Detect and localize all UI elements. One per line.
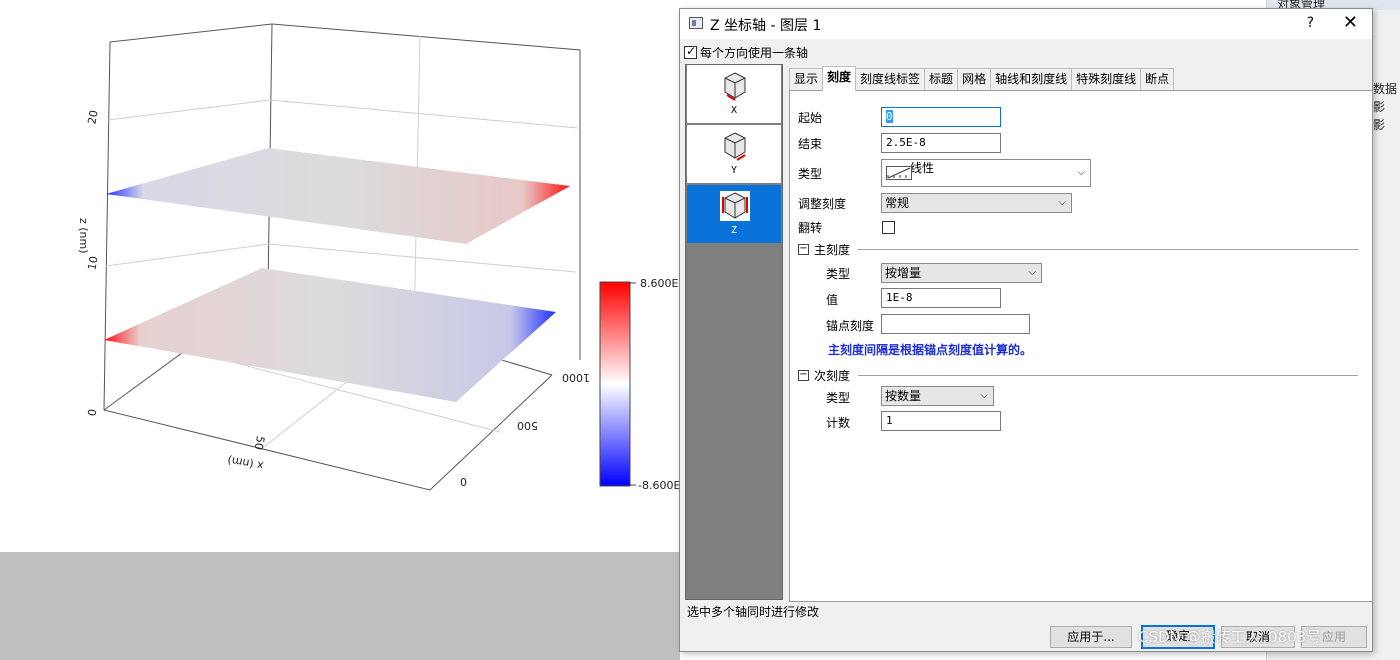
tab-display[interactable]: 显示 — [789, 68, 824, 90]
one-axis-checkbox[interactable] — [684, 44, 697, 59]
tab-grids[interactable]: 网格 — [957, 68, 992, 90]
chevron-down-icon: ⌵ — [1058, 197, 1066, 208]
plot-3d: 20 10 0 z (nm) 50 x (nm) 0 500 1000 8.60… — [77, 23, 680, 492]
minor-ticks-header[interactable]: − 次刻度 — [798, 367, 850, 384]
scale-tab-panel: 起始 0 结束 2.5E-8 类型 线性 ⌵ 调整刻度 常规 ⌵ 翻转 − 主刻… — [789, 90, 1373, 602]
z-tick-0: 0 — [85, 408, 99, 417]
cancel-button[interactable]: 取消 — [1221, 626, 1295, 648]
workspace-background — [0, 552, 680, 660]
tab-scale[interactable]: 刻度 — [822, 66, 857, 91]
major-type-select[interactable]: 按增量 ⌵ — [881, 263, 1042, 283]
axis-item-x[interactable]: X — [687, 65, 781, 123]
chevron-down-icon: ⌵ — [1028, 267, 1036, 278]
axis-item-y[interactable]: Y — [687, 125, 781, 183]
major-hint-text: 主刻度间隔是根据锚点刻度值计算的。 — [828, 343, 1033, 357]
major-divider — [858, 249, 1358, 250]
minor-type-value: 按数量 — [885, 389, 922, 403]
colorbar — [599, 281, 631, 487]
axis-selector-list: X Y Z — [685, 64, 783, 600]
major-type-value: 按增量 — [885, 266, 922, 280]
axis-item-z[interactable]: Z — [687, 185, 781, 243]
linear-scale-icon — [886, 166, 912, 180]
tab-special-ticks[interactable]: 特殊刻度线 — [1071, 68, 1142, 90]
minor-ticks-title: 次刻度 — [814, 369, 851, 383]
y-tick-0: 0 — [460, 476, 467, 489]
from-input[interactable]: 0 — [881, 107, 1001, 127]
axis-item-label: X — [730, 105, 738, 116]
tab-strip: 显示 刻度 刻度线标签 标题 网格 轴线和刻度线 特殊刻度线 断点 — [789, 66, 1175, 91]
tab-tick-labels[interactable]: 刻度线标签 — [855, 68, 926, 90]
surface-upper — [106, 148, 570, 244]
major-type-label: 类型 — [826, 267, 851, 281]
object-manager-item[interactable]: 数据 — [1373, 80, 1397, 97]
x-tick-mid: 50 — [252, 435, 267, 451]
major-ticks-title: 主刻度 — [814, 243, 851, 257]
type-label: 类型 — [798, 167, 823, 181]
axis-dialog: Z 坐标轴 - 图层 1 ? ✕ 每个方向使用一条轴 X Y — [679, 8, 1373, 652]
apply-button[interactable]: 应用 — [1301, 626, 1367, 648]
minor-type-select[interactable]: 按数量 ⌵ — [881, 386, 994, 406]
axis-item-label: Y — [730, 165, 738, 176]
axis-item-label: Z — [730, 225, 738, 236]
grid-lines — [105, 35, 579, 451]
dialog-titlebar[interactable]: Z 坐标轴 - 图层 1 ? ✕ — [680, 9, 1372, 39]
to-label: 结束 — [798, 137, 823, 151]
reverse-checkbox[interactable] — [882, 221, 895, 234]
graph-window: 20 10 0 z (nm) 50 x (nm) 0 500 1000 8.60… — [0, 0, 680, 552]
minor-count-label: 计数 — [826, 416, 851, 430]
rescale-label: 调整刻度 — [798, 197, 847, 211]
chevron-down-icon: ⌵ — [1077, 167, 1085, 178]
anchor-tick-label: 锚点刻度 — [826, 319, 875, 333]
rescale-select[interactable]: 常规 ⌵ — [881, 193, 1072, 213]
rescale-value: 常规 — [885, 196, 910, 210]
dialog-title: Z 坐标轴 - 图层 1 — [710, 18, 822, 34]
cube-z-icon — [720, 191, 750, 221]
chevron-down-icon: ⌵ — [980, 390, 988, 401]
tab-breaks[interactable]: 断点 — [1140, 68, 1175, 90]
z-tick-20: 20 — [85, 109, 100, 125]
collapse-icon[interactable]: − — [798, 244, 809, 255]
close-icon[interactable]: ✕ — [1343, 12, 1358, 33]
cube-x-icon — [724, 72, 746, 101]
ok-button[interactable]: 确定 — [1141, 625, 1215, 649]
minor-divider — [858, 375, 1358, 376]
z-axis-label: z (nm) — [77, 218, 90, 254]
tab-title[interactable]: 标题 — [924, 68, 959, 90]
apply-to-button[interactable]: 应用于... — [1050, 626, 1132, 648]
object-manager-item[interactable]: 影 — [1373, 116, 1385, 133]
tab-line-and-ticks[interactable]: 轴线和刻度线 — [990, 68, 1073, 90]
collapse-icon[interactable]: − — [798, 370, 809, 381]
major-ticks-header[interactable]: − 主刻度 — [798, 241, 850, 258]
y-tick-1000: 1000 — [562, 371, 590, 384]
anchor-tick-input[interactable] — [881, 314, 1030, 334]
window-icon — [689, 17, 703, 29]
one-axis-per-direction[interactable]: 每个方向使用一条轴 — [684, 43, 808, 61]
z-tick-10: 10 — [85, 255, 100, 271]
help-button[interactable]: ? — [1307, 15, 1314, 31]
scale-type-value: 线性 — [910, 161, 935, 175]
cube-y-icon — [724, 132, 746, 161]
status-text: 选中多个轴同时进行修改 — [687, 605, 820, 619]
object-manager-item[interactable]: 影 — [1373, 98, 1385, 115]
x-axis-label: x (nm) — [226, 453, 264, 472]
reverse-label: 翻转 — [798, 221, 823, 235]
colorbar-max-label: 8.600E+ — [640, 277, 680, 290]
minor-count-input[interactable]: 1 — [881, 411, 1001, 431]
to-input[interactable]: 2.5E-8 — [881, 133, 1001, 153]
one-axis-label: 每个方向使用一条轴 — [700, 45, 809, 60]
colorbar-min-label: -8.600E — [638, 479, 680, 492]
y-tick-500: 500 — [517, 419, 538, 432]
minor-type-label: 类型 — [826, 391, 851, 405]
surface-lower — [104, 268, 556, 402]
from-label: 起始 — [798, 111, 823, 125]
major-value-label: 值 — [826, 293, 839, 307]
scale-type-select[interactable]: 线性 ⌵ — [881, 159, 1091, 187]
major-value-input[interactable]: 1E-8 — [881, 288, 1001, 308]
